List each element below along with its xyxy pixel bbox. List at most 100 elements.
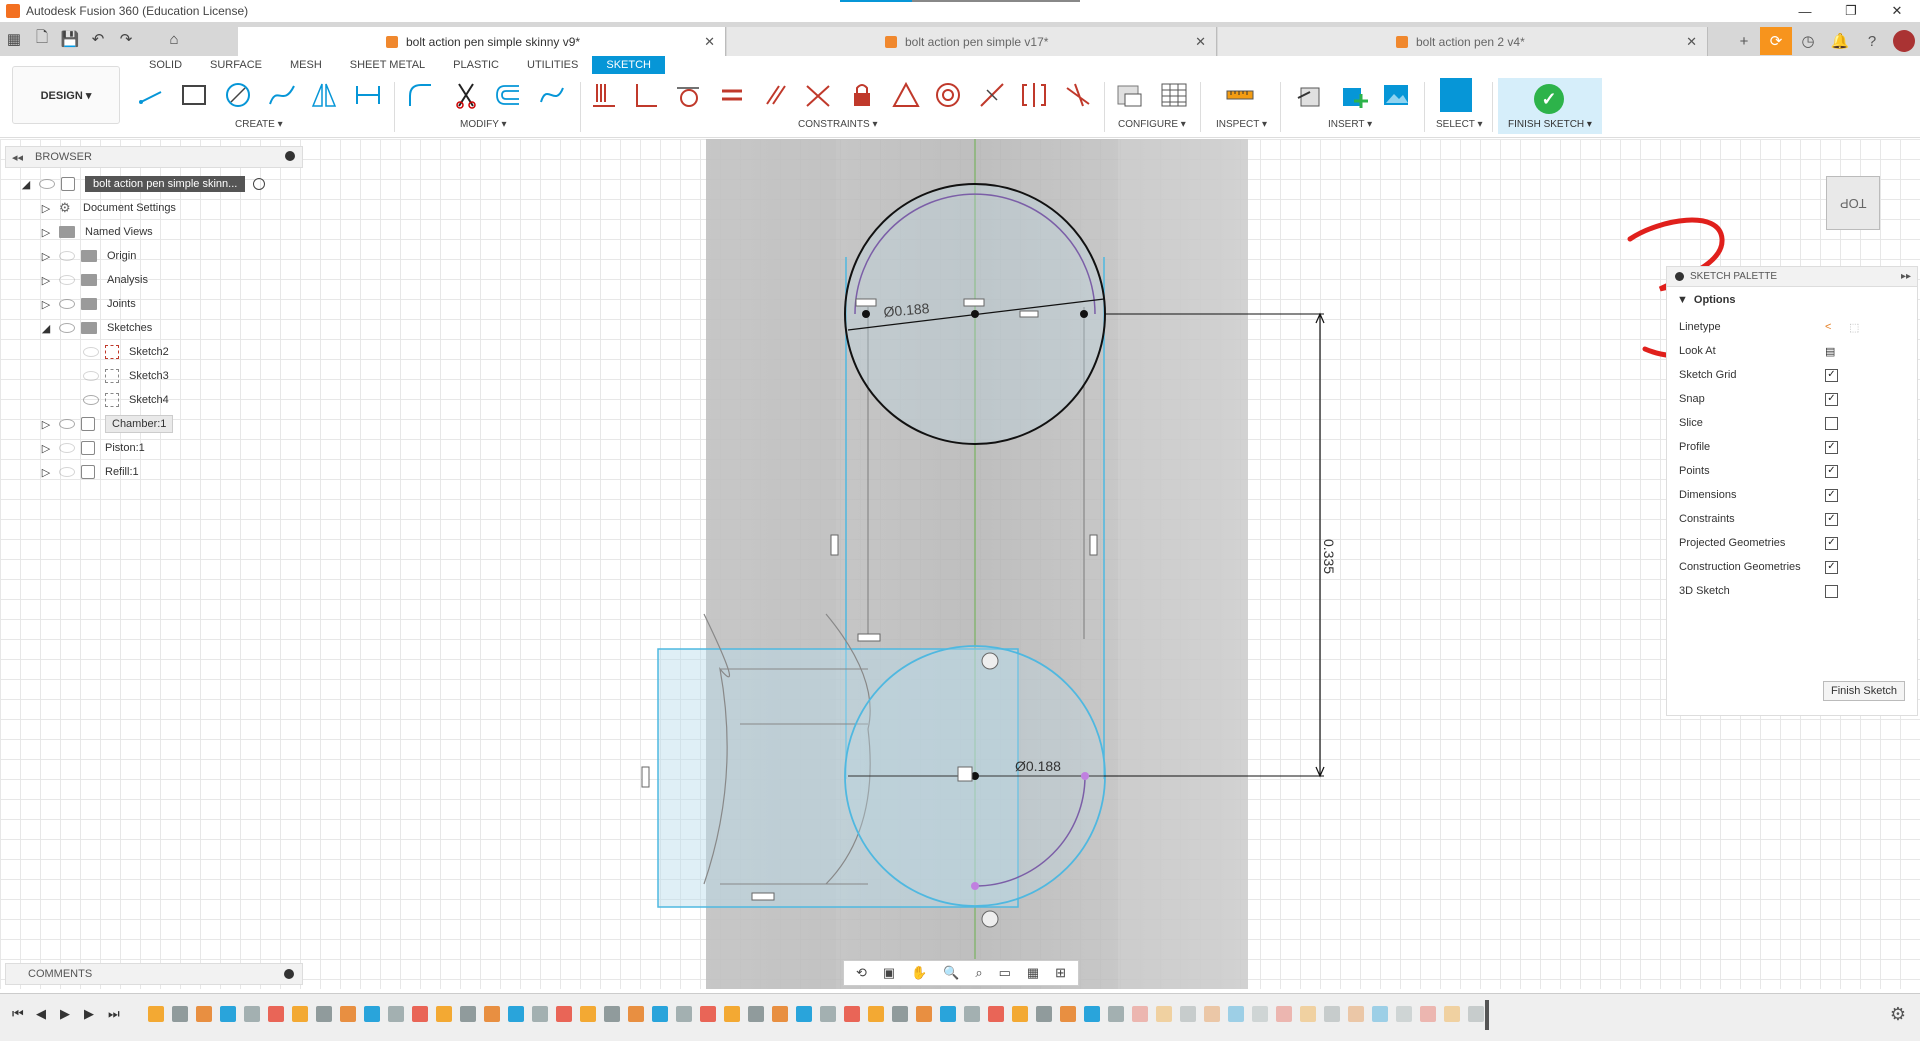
display-settings-icon[interactable]: ▭ (999, 965, 1011, 981)
palette-options-icon[interactable] (1675, 272, 1684, 281)
workspace-switcher[interactable]: DESIGN ▾ (12, 66, 120, 124)
visibility-eye-icon[interactable] (83, 395, 99, 405)
timeline-feature-icon[interactable] (508, 1006, 524, 1022)
browser-item[interactable]: Sketch2 (77, 342, 169, 362)
browser-item[interactable]: ▷ ⚙ Document Settings (39, 198, 176, 218)
curvature-constraint-icon[interactable] (1062, 80, 1094, 110)
zoom-window-icon[interactable]: ⌕ (975, 965, 982, 981)
triangle-constraint-icon[interactable] (890, 80, 922, 110)
tangent-glyph[interactable] (981, 652, 999, 670)
expand-palette-icon[interactable]: ▸▸ (1901, 271, 1911, 282)
timeline-feature-icon[interactable] (1060, 1006, 1076, 1022)
timeline-feature-icon[interactable] (628, 1006, 644, 1022)
notifications-icon[interactable]: 🔔 (1824, 27, 1856, 55)
slice-checkbox[interactable] (1825, 416, 1838, 430)
timeline-feature-icon[interactable] (1324, 1006, 1340, 1022)
expand-triangle-icon[interactable]: ▷ (39, 250, 53, 263)
timeline-feature-icon[interactable] (460, 1006, 476, 1022)
doc-tab-active[interactable]: bolt action pen simple skinny v9* ✕ (238, 27, 726, 56)
timeline-feature-icon[interactable] (532, 1006, 548, 1022)
orbit-icon[interactable]: ⟲ (856, 965, 867, 981)
timeline-feature-icon[interactable] (676, 1006, 692, 1022)
profile-checkbox[interactable]: ✓ (1825, 440, 1838, 454)
timeline-feature-icon[interactable] (1444, 1006, 1460, 1022)
browser-item[interactable]: Sketch4 (77, 390, 169, 410)
visibility-eye-icon[interactable] (59, 323, 75, 333)
timeline-feature-icon[interactable] (580, 1006, 596, 1022)
finish-sketch-button[interactable]: ✓ FINISH SKETCH ▾ (1498, 78, 1602, 134)
timeline-feature-icon[interactable] (1276, 1006, 1292, 1022)
sketch-point[interactable] (1081, 772, 1089, 780)
midpoint-constraint-icon[interactable] (976, 80, 1008, 110)
timeline-feature-icon[interactable] (1204, 1006, 1220, 1022)
vertical-dimension-label[interactable]: 0.335 (1321, 539, 1337, 574)
visibility-eye-icon[interactable] (59, 467, 75, 477)
minimize-button[interactable]: — (1782, 0, 1828, 22)
grid-menu-icon[interactable]: ▦ (0, 25, 28, 53)
close-tab-icon[interactable]: ✕ (1195, 34, 1206, 50)
table-icon[interactable] (1158, 80, 1190, 110)
circle-tool-icon[interactable] (222, 80, 254, 110)
sketch-point[interactable] (1080, 310, 1088, 318)
expand-triangle-icon[interactable]: ▷ (39, 274, 53, 287)
timeline-feature-icon[interactable] (796, 1006, 812, 1022)
browser-item[interactable]: Sketch3 (77, 366, 169, 386)
visibility-eye-icon[interactable] (59, 275, 75, 285)
sketch-grid-checkbox[interactable]: ✓ (1825, 368, 1838, 382)
measure-icon[interactable] (1224, 80, 1256, 110)
new-tab-icon[interactable]: + (1728, 27, 1760, 55)
tab-utilities[interactable]: UTILITIES (513, 56, 592, 74)
constraint-glyph[interactable] (751, 892, 775, 901)
timeline-feature-icon[interactable] (1228, 1006, 1244, 1022)
job-status-icon[interactable]: ⟳ (1760, 27, 1792, 55)
zoom-icon[interactable]: 🔍 (943, 965, 959, 981)
doc-tab[interactable]: bolt action pen simple v17* ✕ (727, 27, 1217, 56)
rectangle-tool-icon[interactable] (178, 80, 210, 110)
collinear-constraint-icon[interactable] (802, 80, 834, 110)
tab-sheet-metal[interactable]: SHEET METAL (336, 56, 439, 74)
select-group-label[interactable]: SELECT ▾ (1436, 119, 1483, 130)
timeline-feature-icon[interactable] (844, 1006, 860, 1022)
timeline-feature-icon[interactable] (292, 1006, 308, 1022)
look-at-icon[interactable]: ▤ (1825, 345, 1835, 358)
coincident-constraint-icon[interactable] (588, 80, 620, 110)
timeline-feature-icon[interactable] (388, 1006, 404, 1022)
browser-item[interactable]: ▷ Joints (39, 294, 136, 314)
snap-checkbox[interactable]: ✓ (1825, 392, 1838, 406)
points-checkbox[interactable]: ✓ (1825, 464, 1838, 478)
go-to-start-icon[interactable]: ⏮ (12, 1006, 24, 1022)
help-icon[interactable]: ? (1856, 27, 1888, 55)
timeline-feature-icon[interactable] (268, 1006, 284, 1022)
browser-item[interactable]: ◢ Sketches (39, 318, 152, 338)
timeline-feature-icon[interactable] (340, 1006, 356, 1022)
tangent-constraint-icon[interactable] (672, 80, 704, 110)
expand-triangle-icon[interactable]: ▷ (39, 418, 53, 431)
avatar[interactable] (1888, 27, 1920, 55)
constraint-glyph[interactable] (641, 766, 650, 788)
collapse-triangle-icon[interactable]: ▼ (1677, 294, 1688, 306)
view-cube-face[interactable]: TOP (1840, 196, 1867, 211)
timeline-feature-icon[interactable] (364, 1006, 380, 1022)
constraint-glyph[interactable] (957, 766, 973, 782)
constraint-glyph[interactable] (855, 298, 877, 307)
3d-sketch-checkbox[interactable] (1825, 584, 1838, 598)
timeline-feature-icon[interactable] (436, 1006, 452, 1022)
save-icon[interactable]: 💾 (56, 25, 84, 53)
play-icon[interactable]: ▶ (60, 1006, 70, 1022)
timeline-feature-icon[interactable] (1396, 1006, 1412, 1022)
visibility-eye-icon[interactable] (83, 347, 99, 357)
browser-root-row[interactable]: ◢ bolt action pen simple skinn... (19, 174, 266, 194)
perpendicular-constraint-icon[interactable] (630, 80, 662, 110)
collapse-panel-icon[interactable]: ◂◂ (12, 151, 23, 164)
create-group-label[interactable]: CREATE ▾ (235, 119, 283, 130)
parallel-constraint-icon[interactable] (760, 80, 792, 110)
mirror-tool-icon[interactable] (308, 80, 340, 110)
constraint-glyph[interactable] (963, 298, 985, 307)
visibility-eye-icon[interactable] (83, 371, 99, 381)
options-section-header[interactable]: ▼ Options (1667, 287, 1917, 313)
palette-finish-sketch-button[interactable]: Finish Sketch (1823, 681, 1905, 701)
browser-item[interactable]: ▷ Named Views (39, 222, 153, 242)
visibility-eye-icon[interactable] (59, 419, 75, 429)
timeline-feature-icon[interactable] (748, 1006, 764, 1022)
timeline-feature-icon[interactable] (220, 1006, 236, 1022)
